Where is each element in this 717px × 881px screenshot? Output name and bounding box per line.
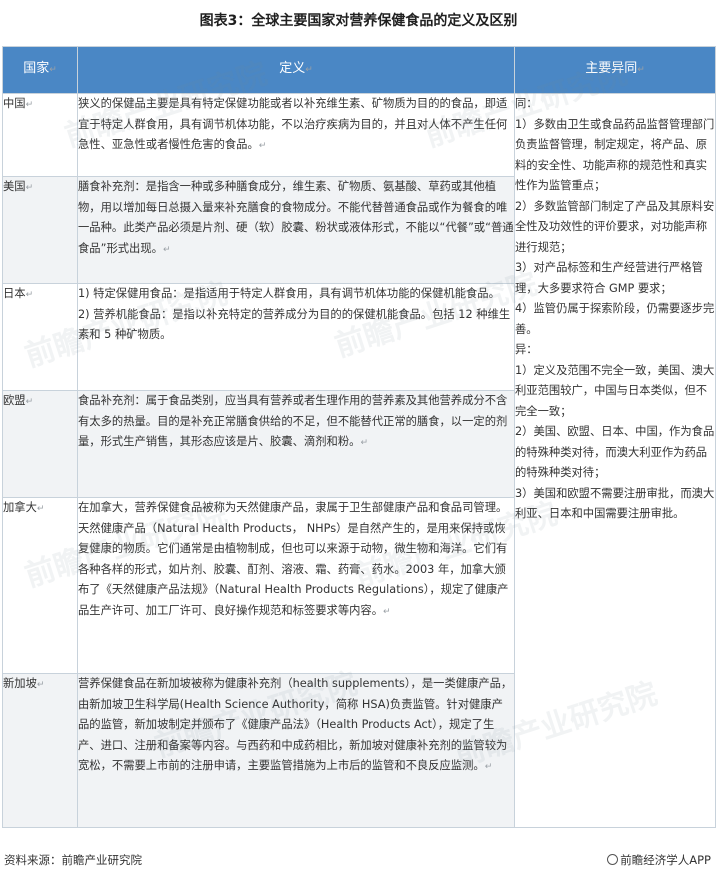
- country-cell: 新加坡↵: [2, 673, 78, 828]
- definition-line: 1) 特定保健用食品：是指适用于特定人群食用，具有调节机体功能的保健机能食品。: [78, 287, 500, 300]
- table-header-row: 国家↵ 定义↵ 主要异同↵: [2, 46, 716, 94]
- definition-cell: 食品补充剂：属于食品类别，应当具有营养或者生理作用的营养素及其他营养成分不含有太…: [77, 390, 515, 498]
- brand-name: 前瞻经济学人APP: [620, 853, 711, 867]
- definition-cell: 1) 特定保健用食品：是指适用于特定人群食用，具有调节机体功能的保健机能食品。 …: [77, 283, 515, 391]
- source-note: 资料来源：前瞻产业研究院: [4, 853, 142, 867]
- page-title: 图表3：全球主要国家对营养保健食品的定义及区别: [199, 13, 518, 29]
- country-cell: 美国↵: [2, 176, 78, 284]
- difference-item: 异：: [515, 343, 538, 356]
- definition-cell: 膳食补充剂：是指含一种或多种膳食成分，维生素、矿物质、氨基酸、草药或其他植物，用…: [77, 176, 515, 284]
- definition-table: 国家↵ 定义↵ 主要异同↵ 中国↵ 狭义的保健品主要是具有特定保健功能或者以补充…: [2, 46, 716, 828]
- definition-cell: 营养保健食品在新加坡被称为健康补充剂（health supplements），是…: [77, 673, 515, 828]
- difference-item: 4）监管仍属于探索阶段，仍需要逐步完善。: [515, 302, 715, 336]
- country-cell: 加拿大↵: [2, 497, 78, 674]
- brand-footer: 前瞻经济学人APP: [607, 852, 711, 868]
- difference-item: 2）美国、欧盟、日本、中国，作为食品的特殊种类对待，而澳大利亚作为药品的特殊种类…: [515, 425, 715, 479]
- country-cell: 欧盟↵: [2, 390, 78, 498]
- brand-logo-icon: [607, 854, 619, 865]
- differences-cell: 同： 1）多数由卫生或食品药品监督管理部门负责监督管理，制定规定，将产品、原料的…: [514, 93, 716, 828]
- header-differences: 主要异同↵: [514, 46, 716, 94]
- difference-item: 1）多数由卫生或食品药品监督管理部门负责监督管理，制定规定，将产品、原料的安全性…: [515, 117, 715, 193]
- difference-item: 1）定义及范围不完全一致，美国、澳大利亚范围较广，中国与日本类似，但不完全一致；: [515, 363, 715, 418]
- header-definition: 定义↵: [77, 46, 515, 94]
- country-cell: 中国↵: [2, 93, 78, 177]
- country-cell: 日本↵: [2, 283, 78, 391]
- difference-item: 2）多数监管部门制定了产品及其原料安全性及功效性的评价要求，对功能声称进行规范；: [515, 199, 715, 254]
- difference-item: 同：: [515, 97, 538, 110]
- table-row: 中国↵ 狭义的保健品主要是具有特定保健功能或者以补充维生素、矿物质为目的的食品，…: [2, 93, 716, 828]
- difference-item: 3）对产品标签和生产经营进行严格管理，大多要求符合 GMP 要求；: [515, 261, 703, 295]
- definition-cell: 狭义的保健品主要是具有特定保健功能或者以补充维生素、矿物质为目的的食品，即适宜于…: [77, 93, 515, 177]
- definition-line: 2) 营养机能食品：是指以补充特定的营养成分为目的的保健机能食品。包括 12 种…: [78, 307, 511, 342]
- difference-item: 3）美国和欧盟不需要注册审批，而澳大利亚、日本和中国需要注册审批。: [515, 486, 715, 521]
- header-country: 国家↵: [2, 46, 78, 94]
- definition-cell: 在加拿大，营养保健食品被称为天然健康产品，隶属于卫生部健康产品和食品司管理。天然…: [77, 497, 515, 674]
